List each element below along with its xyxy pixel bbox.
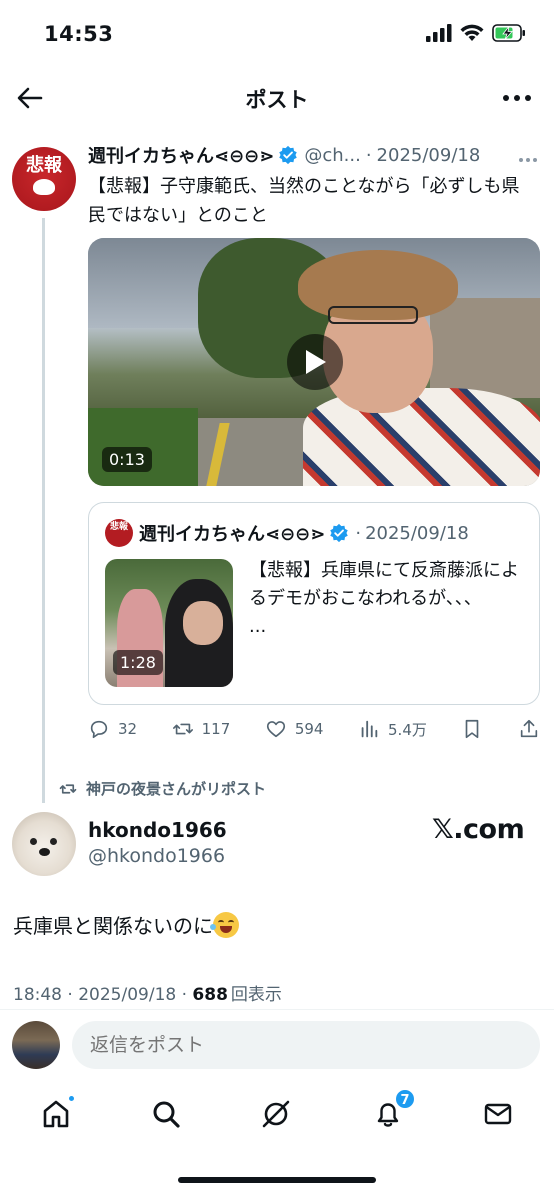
share-icon [520,719,538,738]
repost-icon [59,783,77,794]
home-icon [43,1100,69,1128]
quote-author-avatar: 悲報 [105,519,133,547]
reply-input[interactable] [72,1021,540,1069]
divider [0,1009,554,1010]
repost-button[interactable]: 117 [172,718,231,740]
play-button[interactable] [287,334,343,390]
home-notification-dot [67,1094,76,1103]
tweet-header: 週刊イカちゃん⋖⊖⊖⋗ @ch... · 2025/09/18 [88,142,528,168]
more-options-button[interactable] [502,86,532,110]
avatar-label: 悲報 [26,155,62,176]
thumbnail-face [183,601,223,645]
quote-separator: · [355,522,362,544]
quoted-post-card[interactable]: 悲報 週刊イカちゃん⋖⊖⊖⋗ · 2025/09/18 1:28 【悲報】兵庫県… [88,502,540,705]
avatar-dog-nose [39,848,50,856]
tab-messages[interactable] [480,1096,516,1132]
view-count[interactable]: 688 [192,985,228,1005]
separator: · [365,144,372,166]
like-button[interactable]: 594 [265,718,324,740]
bookmark-button[interactable] [461,718,483,740]
quote-author-name: 週刊イカちゃん⋖⊖⊖⋗ [139,524,326,545]
thread-line [42,218,45,803]
quote-video-thumbnail[interactable]: 1:28 [105,559,233,687]
meta-separator: · [176,985,193,1005]
more-horizontal-icon [503,95,531,101]
tab-notifications[interactable]: 7 [370,1088,416,1132]
wifi-icon [460,24,484,41]
view-count: 5.4万 [388,720,427,739]
heart-icon [266,721,285,738]
video-player[interactable]: 0:13 [88,238,540,486]
share-button[interactable] [518,718,540,740]
repost-count: 117 [201,720,231,738]
views-label: 回表示 [230,985,282,1005]
tweet-meta: 18:48 · 2025/09/18 · 688 回表示 [13,980,282,1005]
battery-charging-icon [492,24,525,42]
verified-badge-icon [279,145,298,165]
tweet-actions: 32 117 594 5.4万 [88,716,540,742]
author-handle[interactable]: @ch... [304,145,360,166]
like-count: 594 [294,720,324,738]
reply-button[interactable]: 32 [88,718,137,740]
views-button[interactable]: 5.4万 [358,718,427,740]
repost-banner-text: 神戸の夜景さんがリポスト [86,780,267,798]
tab-grok[interactable] [258,1096,294,1132]
cellular-signal-icon [426,24,452,42]
author-avatar[interactable]: 悲報 [12,147,76,211]
avatar-dog-eye [30,838,37,845]
quote-text: 【悲報】兵庫県にて反斎藤派によるデモがおこなわれるが、、、 ... [249,557,531,641]
current-user-avatar[interactable] [12,1021,60,1069]
video-frame-building [430,298,540,398]
repost-icon [172,723,193,735]
video-duration: 0:13 [102,447,152,472]
quote-header: 悲報 週刊イカちゃん⋖⊖⊖⋗ · 2025/09/18 [105,519,469,547]
tab-home[interactable] [38,1094,76,1132]
grok-icon [262,1100,290,1128]
notification-badge: 7 [394,1088,416,1110]
more-horizontal-icon [519,158,537,162]
quote-date: 2025/09/18 [365,522,469,544]
tweet-date: 2025/09/18 [78,985,177,1005]
author-name[interactable]: hkondo1966 [88,818,227,842]
face-with-tears-of-joy-icon [210,912,239,938]
xcom-watermark: 𝕏.com [432,814,525,845]
avatar-dog-eye [50,838,57,845]
quote-video-duration: 1:28 [113,650,163,675]
squid-mascot-icon [33,179,55,195]
tweet-text: 【悲報】子守康範氏、当然のことながら「必ずしも県民ではない」とのこと [88,176,520,226]
page-title: ポスト [245,88,309,112]
tweet-more-button[interactable] [518,148,538,169]
quote-text-body: 【悲報】兵庫県にて反斎藤派によるデモがおこなわれるが、、、 [249,560,519,609]
tweet-date[interactable]: 2025/09/18 [377,145,481,166]
meta-separator: · [62,985,79,1005]
tweet-time: 18:48 [13,985,62,1005]
home-indicator [178,1177,376,1183]
author-avatar[interactable] [12,812,76,876]
status-icons [426,24,526,42]
status-time: 14:53 [44,22,114,46]
video-frame-person-glasses [328,306,418,324]
reply-icon [90,720,108,739]
tweet-text: 兵庫県と関係ないのに [13,910,239,939]
quote-text-ellipsis: ... [249,616,267,637]
search-icon [153,1101,180,1128]
repost-banner[interactable]: 神戸の夜景さんがリポスト [58,778,266,799]
play-icon [306,350,326,374]
tab-search[interactable] [148,1096,184,1132]
tweet-text-body: 兵庫県と関係ないのに [13,914,213,938]
analytics-icon [361,720,378,738]
author-handle[interactable]: @hkondo1966 [88,845,225,867]
envelope-icon [484,1103,512,1125]
video-frame-person-shirt [303,388,540,486]
verified-badge-icon [330,523,349,543]
reply-count: 32 [118,720,138,738]
bookmark-icon [466,719,479,739]
author-name[interactable]: 週刊イカちゃん⋖⊖⊖⋗ [88,142,274,168]
